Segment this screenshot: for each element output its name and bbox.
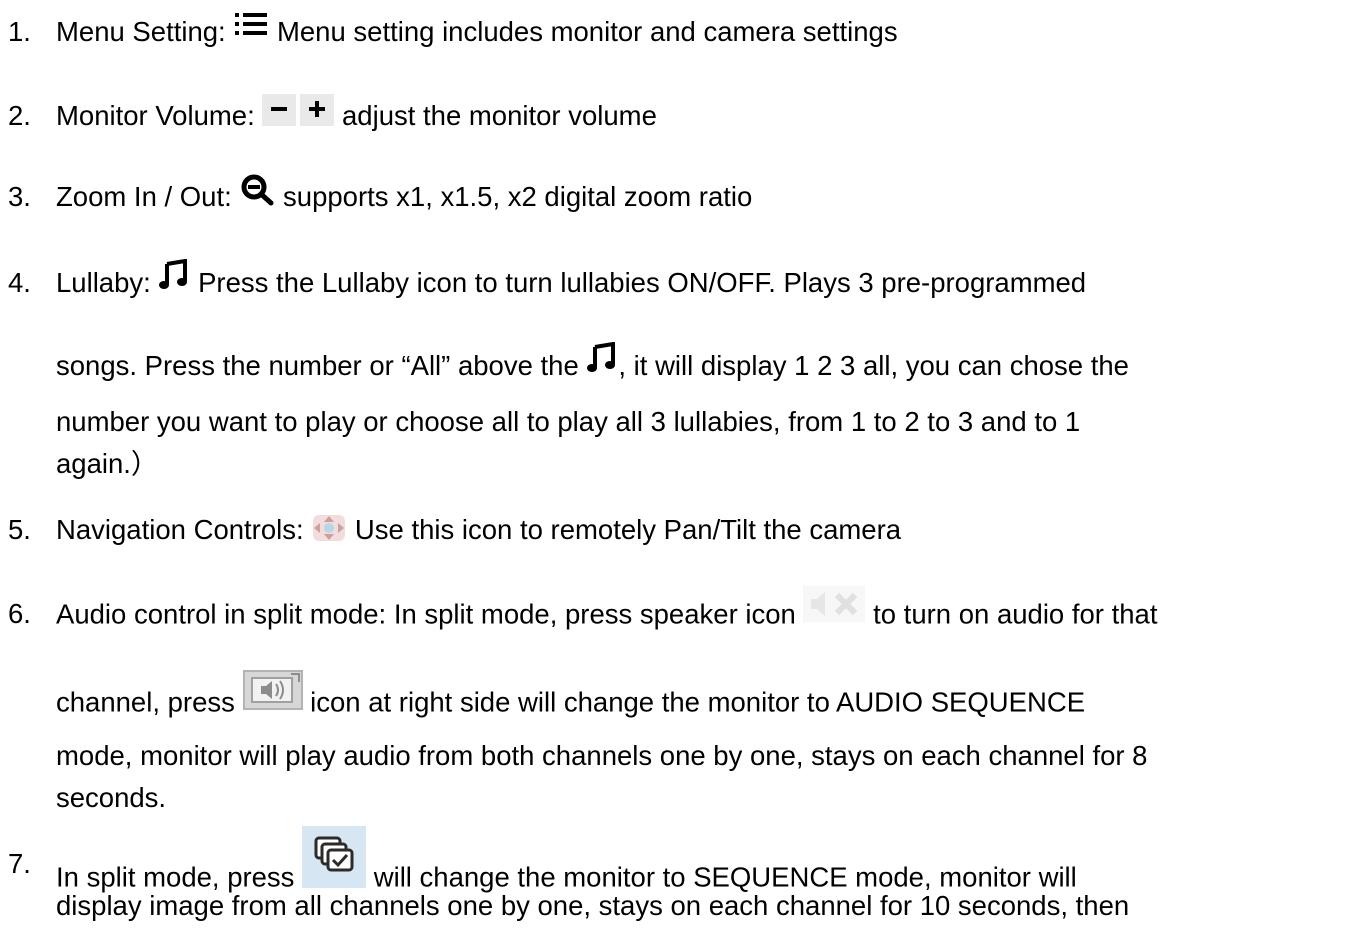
- item-text: Press the Lullaby icon to turn lullabies…: [198, 267, 1087, 298]
- list-item: Navigation Controls: Use this icon to re…: [56, 514, 901, 547]
- item-text: adjust the monitor volume: [342, 100, 657, 131]
- item-text: , it will display 1 2 3 all, you can cho…: [618, 350, 1129, 381]
- item-text: Audio control in split mode: In split mo…: [56, 598, 796, 630]
- list-item: Lullaby: Press the Lullaby icon to turn …: [56, 258, 1087, 301]
- item-text-line: songs. Press the number or “All” above t…: [56, 341, 1129, 384]
- item-number: 3.: [8, 181, 31, 212]
- speaker-mute-icon: [803, 586, 866, 622]
- music-note-icon: [158, 258, 190, 291]
- music-note-icon: [586, 341, 618, 374]
- item-number: 5.: [8, 514, 31, 545]
- item-text: songs. Press the number or “All” above t…: [56, 350, 579, 381]
- zoom-icon: [239, 172, 275, 206]
- audio-sequence-icon: [242, 670, 303, 710]
- item-number: 2.: [8, 100, 31, 131]
- plus-icon: [300, 93, 335, 126]
- pan-tilt-icon: [311, 513, 347, 543]
- item-text-line: mode, monitor will play audio from both …: [56, 740, 1148, 771]
- item-title: Monitor Volume:: [56, 100, 255, 131]
- list-item: Menu Setting: Menu setting includes moni…: [56, 12, 898, 49]
- item-text: icon at right side will change the monit…: [310, 686, 1086, 718]
- item-text-line: channel, press icon at right side will c…: [56, 670, 1086, 724]
- item-text: will change the monitor to SEQUENCE mode…: [373, 861, 1077, 893]
- item-number: 7.: [8, 848, 31, 879]
- item-text: to turn on audio for that: [873, 598, 1158, 630]
- item-title: Zoom In / Out:: [56, 181, 232, 212]
- item-text: channel, press: [56, 686, 235, 718]
- item-text: supports x1, x1.5, x2 digital zoom ratio: [283, 181, 753, 212]
- item-title: Navigation Controls:: [56, 514, 304, 545]
- item-number: 4.: [8, 267, 31, 298]
- sequence-icon: [302, 826, 367, 888]
- item-text: Use this icon to remotely Pan/Tilt the c…: [354, 514, 902, 545]
- item-text-line: seconds.: [56, 782, 167, 813]
- minus-icon: [262, 93, 297, 126]
- item-text: In split mode, press: [56, 861, 295, 893]
- item-text-line: number you want to play or choose all to…: [56, 406, 1081, 437]
- item-number: 6.: [8, 598, 31, 629]
- item-number: 1.: [8, 16, 31, 47]
- list-item: Audio control in split mode: In split mo…: [56, 586, 1158, 634]
- item-title: Menu Setting:: [56, 16, 226, 47]
- item-text: Menu setting includes monitor and camera…: [276, 16, 898, 47]
- list-item: Monitor Volume: adjust the monitor volum…: [56, 93, 657, 134]
- item-text-line: display image from all channels one by o…: [56, 890, 1130, 921]
- item-title: Lullaby:: [56, 267, 151, 298]
- list-menu-icon: [233, 9, 269, 39]
- item-text-line: again.）: [56, 448, 159, 479]
- list-item: Zoom In / Out: supports x1, x1.5, x2 dig…: [56, 174, 753, 216]
